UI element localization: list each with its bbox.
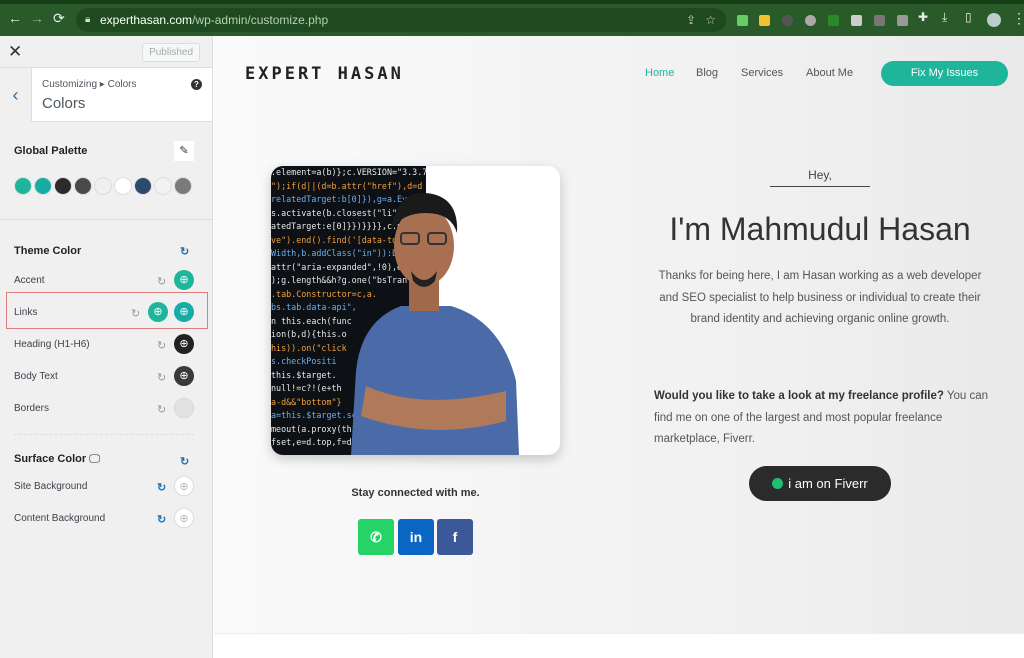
palette-swatch[interactable] xyxy=(54,177,72,195)
intro-text: Thanks for being here, I am Hasan workin… xyxy=(658,270,982,325)
reset-icon[interactable]: ↻ xyxy=(157,481,166,494)
palette-swatch[interactable] xyxy=(174,177,192,195)
close-icon[interactable]: ✕ xyxy=(8,42,22,62)
extension-icon[interactable] xyxy=(897,15,908,26)
palette-swatch[interactable] xyxy=(134,177,152,195)
sidepanel-icon[interactable]: ▯ xyxy=(965,10,972,24)
help-icon[interactable]: ? xyxy=(191,79,202,90)
desktop-icon[interactable]: 🖵 xyxy=(89,453,100,465)
theme-color-label: Borders xyxy=(14,403,50,414)
linkedin-button[interactable]: in xyxy=(398,519,434,555)
theme-color-label: Heading (H1-H6) xyxy=(14,339,90,350)
reset-icon[interactable]: ↻ xyxy=(157,403,166,416)
extension-icon[interactable] xyxy=(828,15,839,26)
color-picker-globe-icon[interactable]: ⊕ xyxy=(174,508,194,528)
color-picker-globe-icon[interactable]: ⊕ xyxy=(174,270,194,290)
download-icon[interactable]: ⤓ xyxy=(942,10,947,25)
nav-services[interactable]: Services xyxy=(741,67,783,79)
whatsapp-button[interactable]: ✆ xyxy=(358,519,394,555)
extension-icon[interactable] xyxy=(737,15,748,26)
reset-icon[interactable]: ↻ xyxy=(157,275,166,288)
theme-color-label: Body Text xyxy=(14,371,58,382)
fiverr-button[interactable]: i am on Fiverr xyxy=(749,466,891,501)
color-picker-globe-icon[interactable]: ⊕ xyxy=(174,366,194,386)
freelance-text: Would you like to take a look at my free… xyxy=(654,390,989,445)
headline: I'm Mahmudul Hasan xyxy=(669,211,971,247)
next-section xyxy=(214,633,1024,658)
bookmark-star-icon[interactable]: ☆ xyxy=(705,8,716,32)
facebook-icon: f xyxy=(452,529,458,545)
back-button[interactable]: ‹ xyxy=(0,68,32,122)
palette-swatch[interactable] xyxy=(94,177,112,195)
reset-theme-color-icon[interactable]: ↻ xyxy=(180,245,189,258)
palette-swatch[interactable] xyxy=(154,177,172,195)
palette-swatch[interactable] xyxy=(114,177,132,195)
linkedin-icon: in xyxy=(409,529,423,545)
palette-swatch[interactable] xyxy=(14,177,32,195)
reset-icon[interactable]: ↻ xyxy=(157,371,166,384)
site-logo[interactable]: EXPERT HASAN xyxy=(245,64,404,84)
surface-color-label: Surface Color xyxy=(14,453,87,465)
fix-my-issues-button[interactable]: Fix My Issues xyxy=(881,61,1008,86)
color-picker-globe-icon[interactable]: ⊕ xyxy=(174,334,194,354)
global-palette-label: Global Palette xyxy=(14,145,88,157)
menu-icon[interactable]: ⋮ xyxy=(1012,10,1024,27)
extension-icon[interactable] xyxy=(874,15,885,26)
extension-icon[interactable] xyxy=(805,15,816,26)
color-picker-globe-icon[interactable]: ⊕ xyxy=(174,398,194,418)
stay-connected-text: Stay connected with me. xyxy=(351,487,480,499)
greeting: Hey, xyxy=(770,168,870,187)
color-picker-globe-icon[interactable]: ⊕ xyxy=(174,476,194,496)
extension-icon[interactable] xyxy=(759,15,770,26)
theme-color-label: Theme Color xyxy=(14,245,82,257)
extension-icon[interactable] xyxy=(851,15,862,26)
reload-icon[interactable]: ⟳ xyxy=(53,10,65,27)
reset-icon[interactable]: ↻ xyxy=(157,339,166,352)
nav-blog[interactable]: Blog xyxy=(696,67,718,79)
whatsapp-icon: ✆ xyxy=(370,529,382,545)
extension-icon[interactable] xyxy=(782,15,793,26)
fiverr-icon xyxy=(772,478,784,489)
reset-icon[interactable]: ↻ xyxy=(157,513,166,526)
lock-icon: 🔒︎ xyxy=(85,14,91,25)
palette-swatch[interactable] xyxy=(74,177,92,195)
site-preview: EXPERT HASAN Home Blog Services About Me… xyxy=(214,36,1024,658)
highlight-box xyxy=(6,292,208,329)
reset-surface-color-icon[interactable]: ↻ xyxy=(180,455,189,468)
customizer-sidebar: ✕ Published ‹ Customizing ▸ Colors Color… xyxy=(0,36,213,658)
palette-swatch[interactable] xyxy=(34,177,52,195)
nav-home[interactable]: Home xyxy=(645,67,674,79)
facebook-button[interactable]: f xyxy=(437,519,473,555)
panel-title: Colors xyxy=(42,95,86,112)
breadcrumb: Customizing ▸ Colors xyxy=(42,79,137,90)
surface-color-label: Site Background xyxy=(14,481,88,492)
address-bar[interactable]: 🔒︎ experthasan.com/wp-admin/customize.ph… xyxy=(76,8,726,32)
browser-toolbar: ← → ⟳ 🔒︎ experthasan.com/wp-admin/custom… xyxy=(0,0,1024,36)
theme-color-label: Accent xyxy=(14,275,45,286)
avatar[interactable] xyxy=(987,13,1001,27)
nav-about-me[interactable]: About Me xyxy=(806,67,853,79)
share-icon[interactable]: ⇪ xyxy=(686,8,696,32)
published-button[interactable]: Published xyxy=(142,43,200,62)
person-image xyxy=(351,192,519,455)
forward-icon[interactable]: → xyxy=(30,10,44,26)
back-icon[interactable]: ← xyxy=(8,10,22,26)
edit-palette-pencil-icon[interactable]: ✎ xyxy=(174,141,194,161)
puzzle-icon[interactable]: ✚ xyxy=(918,10,928,24)
profile-photo: .element=a(b)};c.VERSION="3.3.7 ");if(d||… xyxy=(271,166,560,455)
surface-color-label: Content Background xyxy=(14,513,106,524)
